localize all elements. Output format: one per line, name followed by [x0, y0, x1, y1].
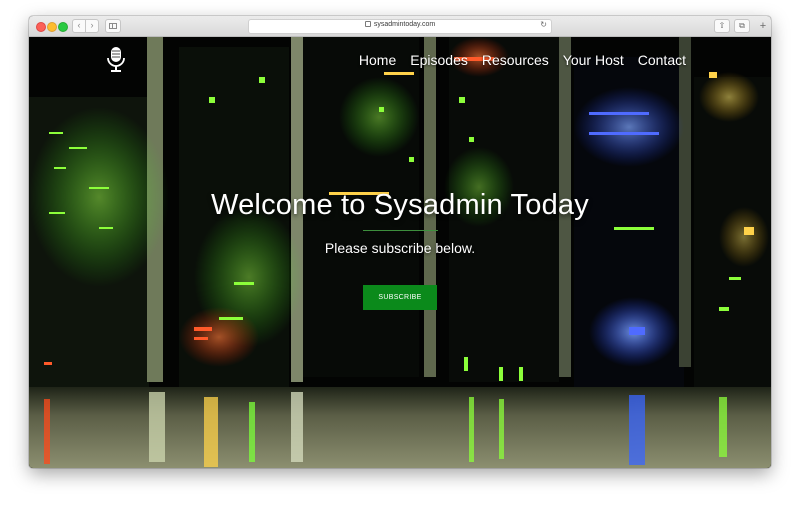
microphone-icon[interactable] [105, 46, 127, 74]
nav-home-link[interactable]: Home [359, 52, 396, 68]
close-window-button[interactable] [36, 22, 46, 32]
lock-icon [364, 21, 371, 27]
nav-episodes-link[interactable]: Episodes [410, 52, 468, 68]
browser-toolbar: ‹ › sysadmintoday.com ↻ ⇧ ⧉ + [29, 16, 771, 37]
back-button[interactable]: ‹ [72, 19, 86, 33]
minimize-window-button[interactable] [47, 22, 57, 32]
hero-subtitle: Please subscribe below. [324, 240, 476, 256]
nav-your-host-link[interactable]: Your Host [563, 52, 624, 68]
web-page: Home Episodes Resources Your Host Contac… [29, 37, 771, 468]
reload-icon[interactable]: ↻ [540, 20, 547, 29]
hero-divider [363, 230, 438, 231]
subscribe-button[interactable]: SUBSCRIBE [363, 285, 437, 310]
main-nav: Home Episodes Resources Your Host Contac… [359, 52, 686, 68]
new-tab-button[interactable]: + [757, 20, 769, 32]
nav-contact-link[interactable]: Contact [638, 52, 686, 68]
address-bar[interactable]: sysadmintoday.com ↻ [248, 19, 552, 34]
sidebar-icon [109, 23, 117, 29]
forward-button[interactable]: › [85, 19, 99, 33]
tabs-overview-icon[interactable]: ⧉ [734, 19, 750, 33]
hero-title: Welcome to Sysadmin Today [211, 189, 589, 221]
nav-resources-link[interactable]: Resources [482, 52, 549, 68]
browser-window: ‹ › sysadmintoday.com ↻ ⇧ ⧉ + Home Episo… [29, 16, 771, 468]
share-icon[interactable]: ⇧ [714, 19, 730, 33]
address-url: sysadmintoday.com [373, 21, 436, 28]
zoom-window-button[interactable] [58, 22, 68, 32]
sidebar-toggle-button[interactable] [105, 19, 121, 33]
